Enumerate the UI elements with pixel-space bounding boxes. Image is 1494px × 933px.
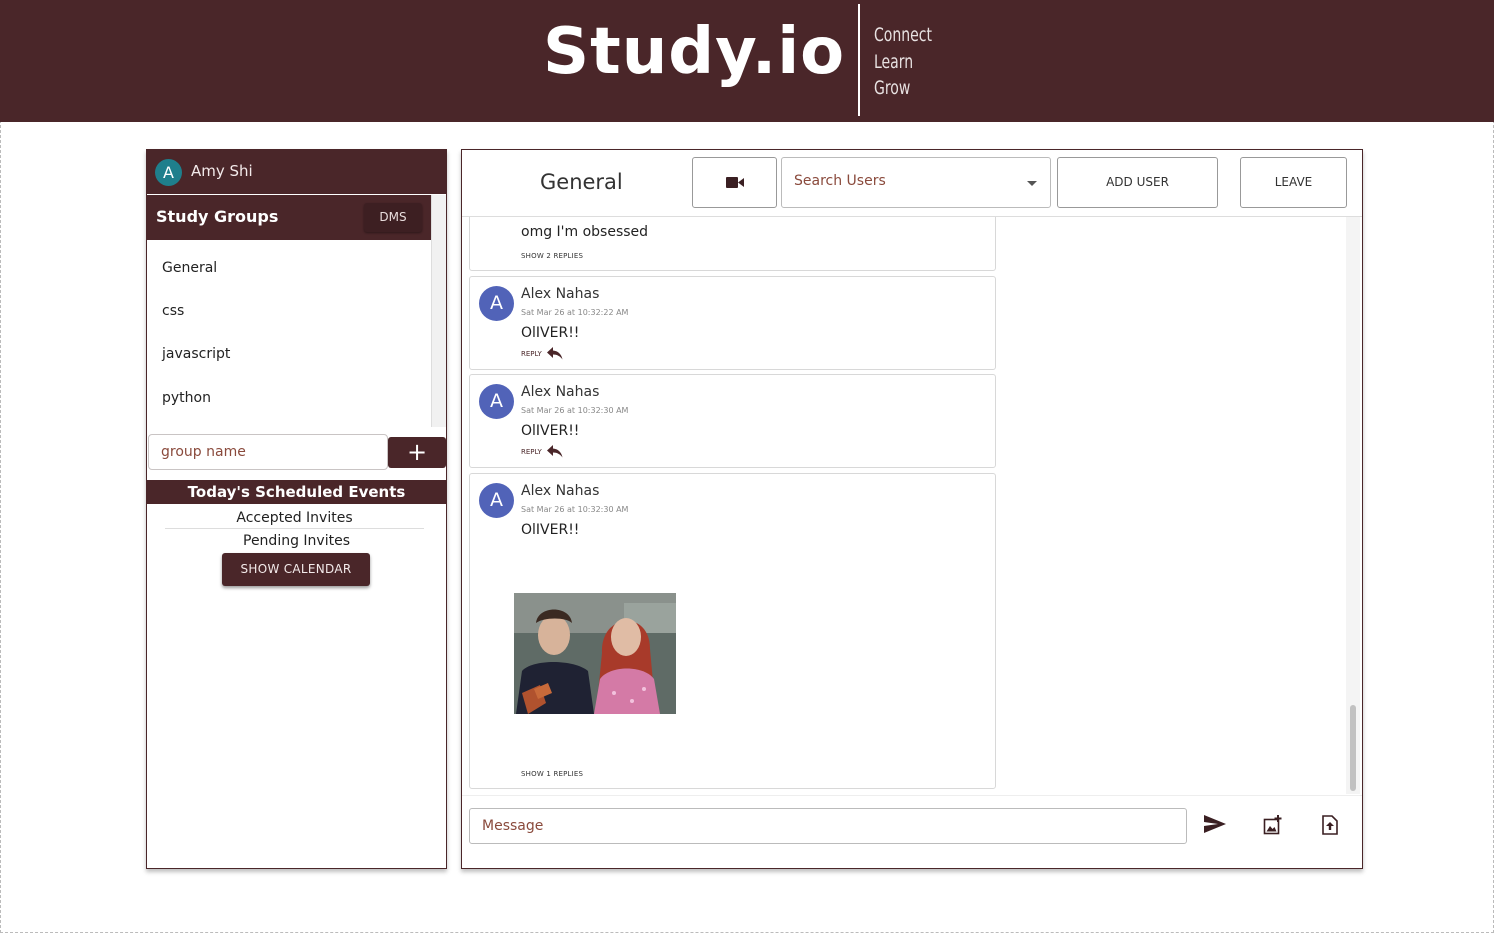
chat-panel: General Search Users ADD USER LEAVE omg … [461, 149, 1363, 869]
message-avatar[interactable]: A [479, 384, 514, 419]
messages-scrollbar-thumb[interactable] [1350, 705, 1356, 791]
message-gif-image[interactable] [514, 593, 676, 714]
message-card: omg I'm obsessed SHOW 2 REPLIES [469, 217, 996, 271]
group-name-input[interactable]: group name [148, 434, 388, 470]
tagline-connect: Connect [874, 24, 932, 46]
tagline: Connect Learn Grow [874, 22, 945, 102]
message-avatar[interactable]: A [479, 483, 514, 518]
message-text: OlIVER!! [521, 522, 580, 538]
user-name: Amy Shi [191, 162, 253, 180]
reply-arrow-icon[interactable] [547, 445, 563, 458]
message-card: A Alex Nahas Sat Mar 26 at 10:32:22 AM O… [469, 276, 996, 370]
message-text: OlIVER!! [521, 325, 580, 341]
logo-divider [858, 4, 860, 116]
message-card: A Alex Nahas Sat Mar 26 at 10:32:30 AM O… [469, 374, 996, 468]
message-timestamp: Sat Mar 26 at 10:32:22 AM [521, 308, 629, 317]
study-groups-title: Study Groups [156, 207, 279, 226]
leave-button[interactable]: LEAVE [1240, 157, 1347, 208]
tagline-learn: Learn [874, 50, 914, 73]
video-call-button[interactable] [692, 157, 777, 208]
reply-button[interactable]: REPLY [521, 448, 542, 456]
show-calendar-button[interactable]: SHOW CALENDAR [222, 553, 370, 586]
messages-scrollbar[interactable] [1346, 217, 1360, 794]
reply-arrow-icon[interactable] [547, 347, 563, 360]
scheduled-events-title: Today's Scheduled Events [147, 480, 446, 504]
message-composer: Message [462, 795, 1362, 868]
groups-scrollbar[interactable] [431, 195, 446, 427]
show-replies-button[interactable]: SHOW 2 REPLIES [521, 252, 583, 260]
user-bar: A Amy Shi [147, 150, 446, 194]
upload-file-icon[interactable] [1322, 815, 1338, 835]
message-timestamp: Sat Mar 26 at 10:32:30 AM [521, 505, 629, 514]
dropdown-caret-icon [1027, 181, 1037, 186]
dms-button[interactable]: DMS [364, 203, 422, 232]
accepted-invites[interactable]: Accepted Invites [165, 510, 424, 529]
add-image-icon[interactable] [1263, 815, 1283, 835]
sidebar-item-javascript[interactable]: javascript [162, 346, 230, 362]
sidebar-item-css[interactable]: css [162, 303, 184, 319]
message-author: Alex Nahas [521, 384, 600, 400]
add-group-button[interactable]: + [388, 437, 446, 468]
add-user-button[interactable]: ADD USER [1057, 157, 1218, 208]
message-timestamp: Sat Mar 26 at 10:32:30 AM [521, 406, 629, 415]
message-author: Alex Nahas [521, 483, 600, 499]
gif-illustration [514, 593, 676, 714]
logo[interactable]: Study.io [543, 12, 845, 92]
sidebar-item-python[interactable]: python [162, 390, 211, 406]
messages-area[interactable]: omg I'm obsessed SHOW 2 REPLIES A Alex N… [462, 216, 1362, 794]
show-replies-button[interactable]: SHOW 1 REPLIES [521, 770, 583, 778]
search-users-select[interactable]: Search Users [781, 157, 1051, 208]
send-icon[interactable] [1204, 815, 1226, 833]
message-card: A Alex Nahas Sat Mar 26 at 10:32:30 AM O… [469, 473, 996, 789]
message-text: OlIVER!! [521, 423, 580, 439]
sidebar: A Amy Shi Study Groups DMS General css j… [146, 149, 447, 869]
app-header: Study.io Connect Learn Grow [0, 0, 1494, 122]
search-users-placeholder: Search Users [794, 173, 886, 189]
video-camera-icon [726, 177, 744, 188]
study-groups-header: Study Groups DMS [147, 195, 431, 240]
reply-button[interactable]: REPLY [521, 350, 542, 358]
pending-invites[interactable]: Pending Invites [147, 533, 446, 549]
sidebar-item-general[interactable]: General [162, 260, 217, 276]
message-input[interactable]: Message [469, 808, 1187, 844]
channel-title: General [540, 170, 623, 194]
message-avatar[interactable]: A [479, 286, 514, 321]
groups-list: General css javascript python [147, 240, 431, 426]
message-text: omg I'm obsessed [521, 224, 649, 240]
user-avatar[interactable]: A [155, 159, 182, 186]
message-author: Alex Nahas [521, 286, 600, 302]
tagline-grow: Grow [874, 77, 911, 99]
